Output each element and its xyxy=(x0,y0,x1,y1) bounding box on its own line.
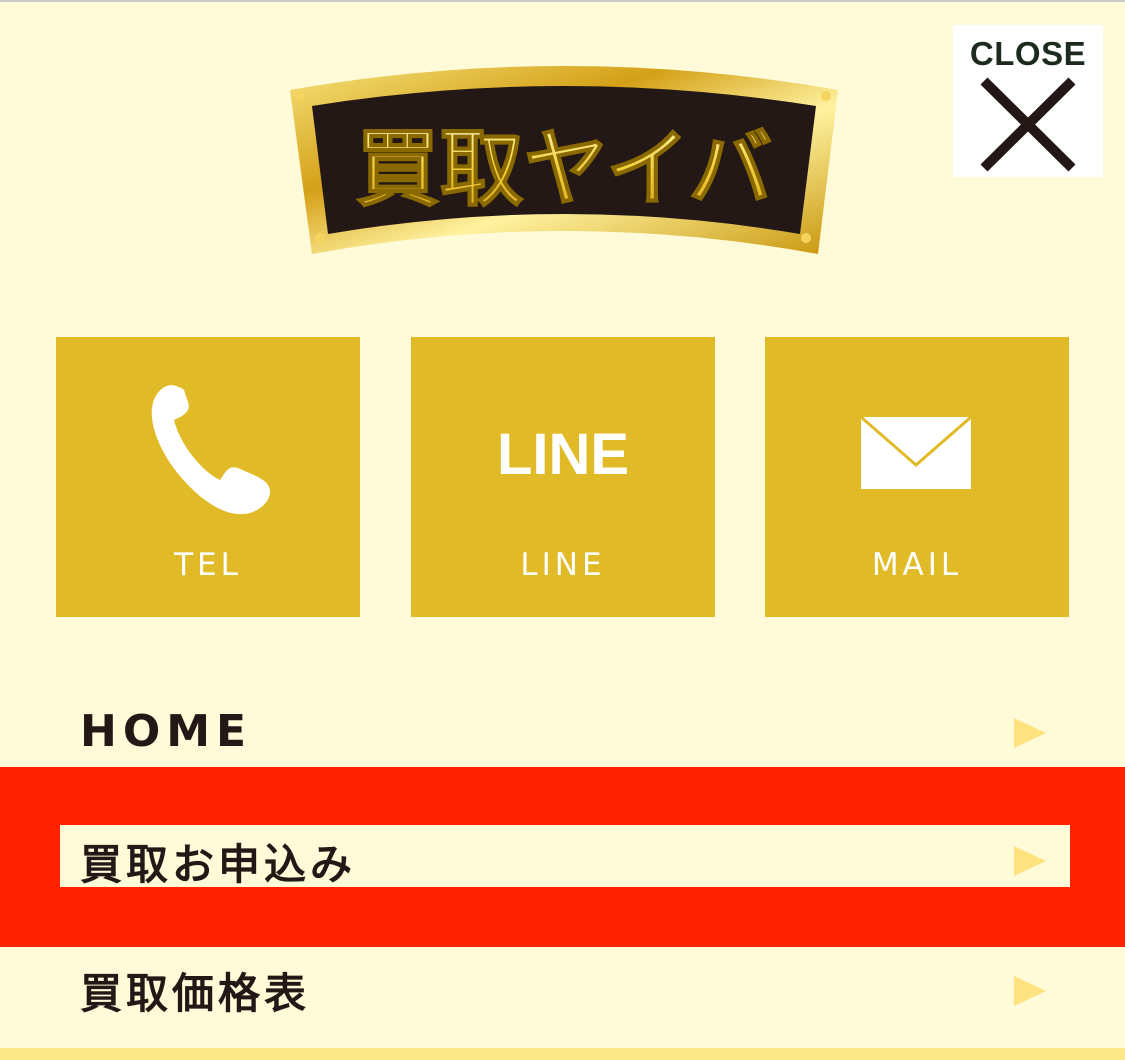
arrow-right-icon xyxy=(1014,846,1046,876)
line-icon-text: LINE xyxy=(497,422,629,482)
top-divider xyxy=(0,0,1125,2)
menu-item-home-label: HOME xyxy=(80,706,253,757)
mail-button[interactable]: MAIL xyxy=(765,337,1069,617)
mail-icon xyxy=(860,415,972,489)
close-icon xyxy=(980,77,1076,172)
line-button[interactable]: LINE LINE xyxy=(411,337,715,617)
logo-badge: 買取ヤイバ xyxy=(290,66,838,254)
site-logo[interactable]: 買取ヤイバ xyxy=(286,48,842,262)
close-label: CLOSE xyxy=(969,35,1087,72)
bottom-divider xyxy=(0,1048,1125,1060)
arrow-right-icon xyxy=(1014,976,1046,1006)
tel-label: TEL xyxy=(174,547,242,583)
phone-icon xyxy=(151,385,270,515)
menu-item-apply[interactable]: 買取お申込み xyxy=(60,825,1070,889)
line-label: LINE xyxy=(520,547,606,583)
close-button[interactable]: CLOSE xyxy=(953,25,1103,177)
line-logo-icon: LINE xyxy=(497,422,629,482)
arrow-right-icon xyxy=(1014,718,1046,748)
menu-item-price-list[interactable]: 買取価格表 xyxy=(0,948,1125,1048)
mail-label: MAIL xyxy=(871,547,963,583)
tel-button[interactable]: TEL xyxy=(56,337,360,617)
menu-item-home[interactable]: HOME xyxy=(0,690,1125,767)
menu-item-apply-label: 買取お申込み xyxy=(80,840,357,889)
menu-item-price-list-label: 買取価格表 xyxy=(80,969,311,1018)
logo-text: 買取ヤイバ xyxy=(356,120,773,218)
